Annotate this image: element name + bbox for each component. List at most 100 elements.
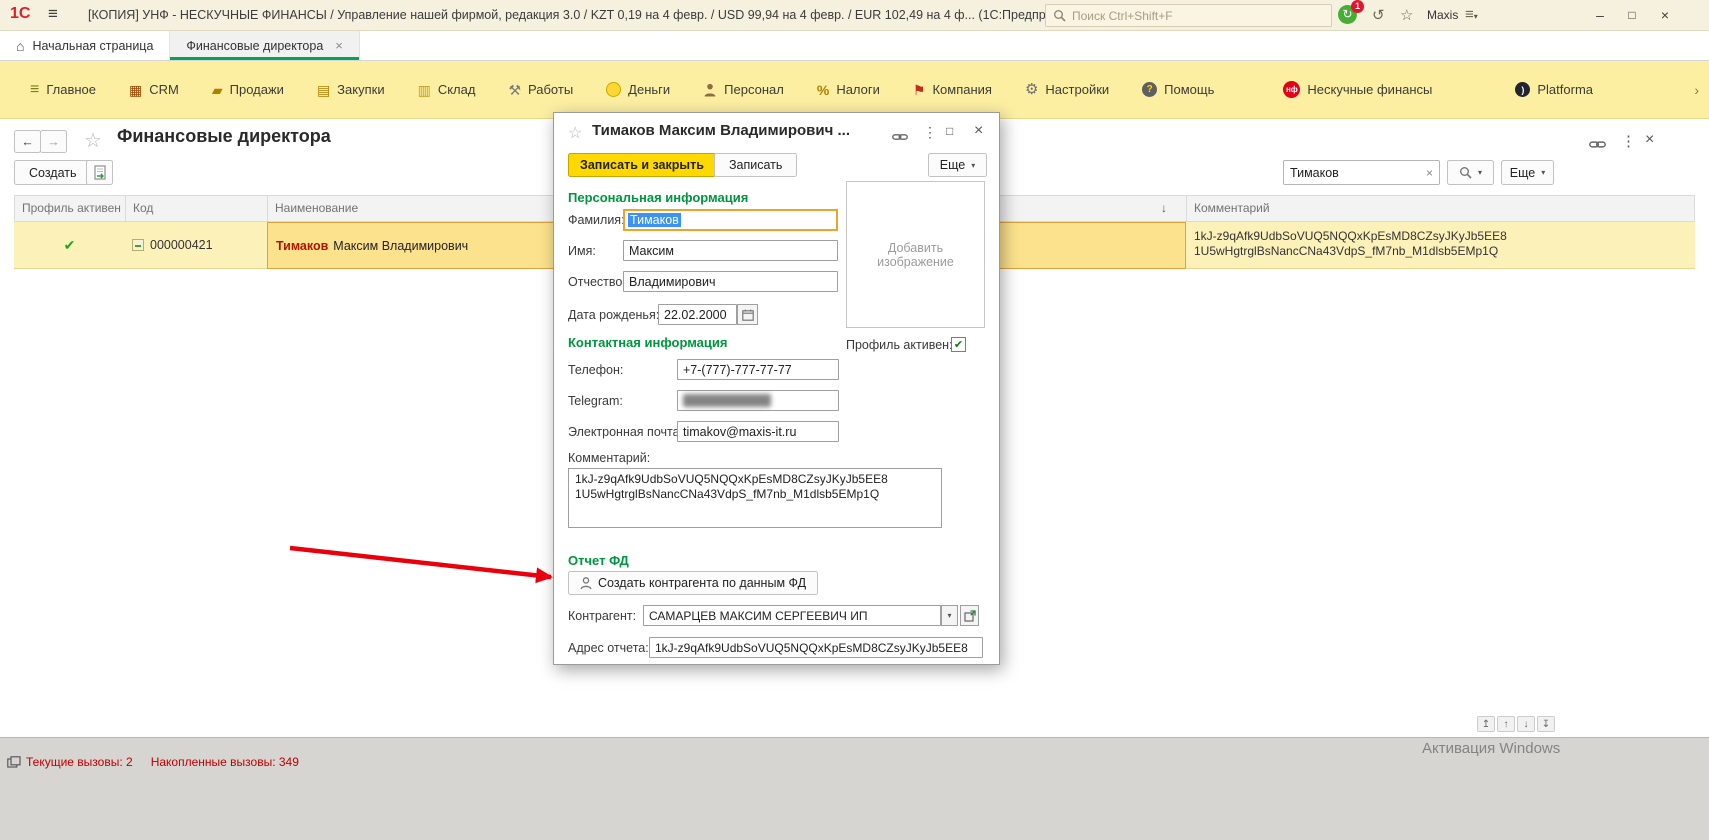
ribbon-item-sales[interactable]: ▰Продажи (212, 82, 284, 97)
phone-field[interactable] (677, 359, 839, 380)
document-action-button[interactable] (86, 160, 113, 185)
profile-active-checkbox[interactable]: ✔ (951, 337, 966, 352)
ribbon-item-purchases[interactable]: ▤Закупки (317, 82, 385, 97)
ribbon-item-company[interactable]: ⚑Компания (913, 82, 992, 97)
calendar-button[interactable] (737, 304, 758, 325)
email-field[interactable] (677, 421, 839, 442)
document-icon (93, 165, 107, 180)
annotation-arrow (283, 536, 583, 596)
current-calls: Текущие вызовы: 2 (26, 755, 133, 769)
favorite-star-icon[interactable]: ☆ (84, 128, 102, 153)
tab-financial-directors[interactable]: Финансовые директора × (170, 31, 359, 60)
comment-field[interactable]: 1kJ-z9qAfk9UdbSoVUQ5NQQxKpEsMD8CZsyJKyJb… (568, 468, 942, 528)
jobs-icon: ⚒ (508, 83, 521, 97)
person-icon (580, 577, 592, 590)
column-profile-active[interactable]: Профиль активен (15, 196, 126, 221)
user-name[interactable]: Maxis (1427, 8, 1458, 22)
scroll-up-button[interactable]: ↑ (1497, 716, 1515, 732)
kebab-menu-icon[interactable]: ⋮ (923, 124, 937, 141)
ribbon-item-settings[interactable]: ⚙Настройки (1025, 82, 1109, 97)
list-more-button[interactable]: Еще ▾ (1501, 160, 1554, 185)
1c-logo: 1С (10, 5, 30, 23)
column-code[interactable]: Код (126, 196, 268, 221)
window-titlebar: 1С ≡ [КОПИЯ] УНФ - НЕСКУЧНЫЕ ФИНАНСЫ / У… (0, 0, 1709, 31)
create-button[interactable]: Создать (14, 160, 92, 185)
list-search-box[interactable]: × (1283, 160, 1440, 185)
telegram-field[interactable] (677, 390, 839, 411)
scroll-last-button[interactable]: ↧ (1537, 716, 1555, 732)
ribbon-label: Помощь (1164, 82, 1214, 97)
crm-icon: ▦ (129, 83, 142, 97)
birth-date-field[interactable] (658, 304, 737, 325)
counterparty-field[interactable] (643, 605, 941, 626)
favorites-star-icon[interactable]: ☆ (1400, 6, 1413, 24)
cell-comment[interactable]: 1kJ-z9qAfk9UdbSoVUQ5NQQxKpEsMD8CZsyJKyJb… (1186, 222, 1695, 269)
tab-close-icon[interactable]: × (335, 38, 343, 53)
find-button[interactable]: ▾ (1447, 160, 1494, 185)
name-search-match: Тимаков (276, 239, 328, 253)
ribbon-item-jobs[interactable]: ⚒ Работы (508, 82, 573, 97)
page-title: Финансовые директора (117, 126, 331, 147)
last-name-field[interactable]: Тимаков (623, 209, 838, 231)
counterparty-dropdown-button[interactable]: ▾ (941, 605, 958, 626)
email-label: Электронная почта: (568, 425, 683, 439)
maximize-button[interactable]: □ (1617, 0, 1647, 30)
company-flag-icon: ⚑ (913, 83, 926, 97)
ribbon-item-money[interactable]: Деньги (606, 82, 670, 97)
cell-profile-active[interactable]: ✔ (14, 222, 125, 269)
add-image-placeholder[interactable]: Добавить изображение (846, 181, 985, 328)
ribbon-item-neskuchnye-finansy[interactable]: нфНескучные финансы (1283, 81, 1432, 98)
close-window-button[interactable]: × (1650, 0, 1680, 30)
birth-date-label: Дата рожденья: (568, 308, 659, 322)
link-icon[interactable] (892, 129, 908, 147)
cell-code[interactable]: 000000421 (125, 222, 267, 269)
middle-name-field[interactable] (623, 271, 838, 292)
save-button[interactable]: Записать (714, 153, 797, 177)
person-card-dialog: ☆ Тимаков Максим Владимирович ... ⋮ □ × … (553, 112, 1000, 665)
report-address-field[interactable] (649, 637, 983, 658)
kebab-menu-icon[interactable]: ⋮ (1621, 132, 1636, 150)
ribbon-item-taxes[interactable]: %Налоги (817, 82, 880, 97)
list-search-input[interactable] (1290, 166, 1426, 180)
purchases-icon: ▤ (317, 83, 330, 97)
performance-icon[interactable] (7, 756, 21, 768)
favorite-star-icon[interactable]: ☆ (568, 123, 582, 143)
create-counterparty-button[interactable]: Создать контрагента по данным ФД (568, 571, 818, 595)
nav-back-button[interactable]: ← (14, 130, 41, 153)
ribbon-item-personnel[interactable]: Персонал (703, 82, 784, 97)
scroll-first-button[interactable]: ↥ (1477, 716, 1495, 732)
ribbon-item-platforma[interactable]: )Platforma (1515, 82, 1593, 97)
counterparty-open-button[interactable] (960, 605, 979, 626)
ribbon-item-crm[interactable]: ▦CRM (129, 82, 179, 97)
clear-search-icon[interactable]: × (1426, 166, 1433, 180)
link-icon[interactable] (1589, 137, 1606, 155)
nav-forward-button[interactable]: → (40, 130, 67, 153)
maximize-dialog-icon[interactable]: □ (946, 124, 953, 138)
ribbon-overflow-chevron[interactable]: › (1694, 82, 1699, 98)
column-comment[interactable]: Комментарий (1187, 196, 1696, 221)
ribbon-item-help[interactable]: ?Помощь (1142, 82, 1214, 97)
ribbon-menu: ≡Главное ▦CRM ▰Продажи ▤Закупки ▥Склад ⚒… (0, 61, 1709, 119)
global-search-input[interactable] (1072, 9, 1324, 23)
service-menu-icon[interactable]: ≡▾ (1465, 6, 1478, 23)
scroll-down-button[interactable]: ↓ (1517, 716, 1535, 732)
ribbon-label: Работы (528, 82, 573, 97)
counterparty-label: Контрагент: (568, 609, 636, 623)
updates-icon[interactable]: ↻ 1 (1338, 5, 1357, 24)
ribbon-label: Главное (46, 82, 96, 97)
tab-home[interactable]: ⌂ Начальная страница (0, 31, 170, 60)
sort-descending-icon: ↓ (1161, 201, 1167, 215)
main-menu-icon[interactable]: ≡ (48, 4, 58, 24)
ribbon-item-warehouse[interactable]: ▥Склад (418, 82, 476, 97)
money-icon (606, 82, 621, 97)
save-and-close-button[interactable]: Записать и закрыть (568, 153, 716, 177)
ribbon-item-main[interactable]: ≡Главное (30, 82, 96, 98)
first-name-field[interactable] (623, 240, 838, 261)
global-search[interactable] (1045, 4, 1332, 27)
history-icon[interactable]: ↺ (1372, 6, 1385, 24)
close-form-icon[interactable]: × (1645, 131, 1654, 149)
close-dialog-icon[interactable]: × (974, 122, 983, 140)
dialog-more-button[interactable]: Еще ▾ (928, 153, 987, 177)
ribbon-label: Персонал (724, 82, 784, 97)
minimize-button[interactable]: – (1585, 0, 1615, 30)
